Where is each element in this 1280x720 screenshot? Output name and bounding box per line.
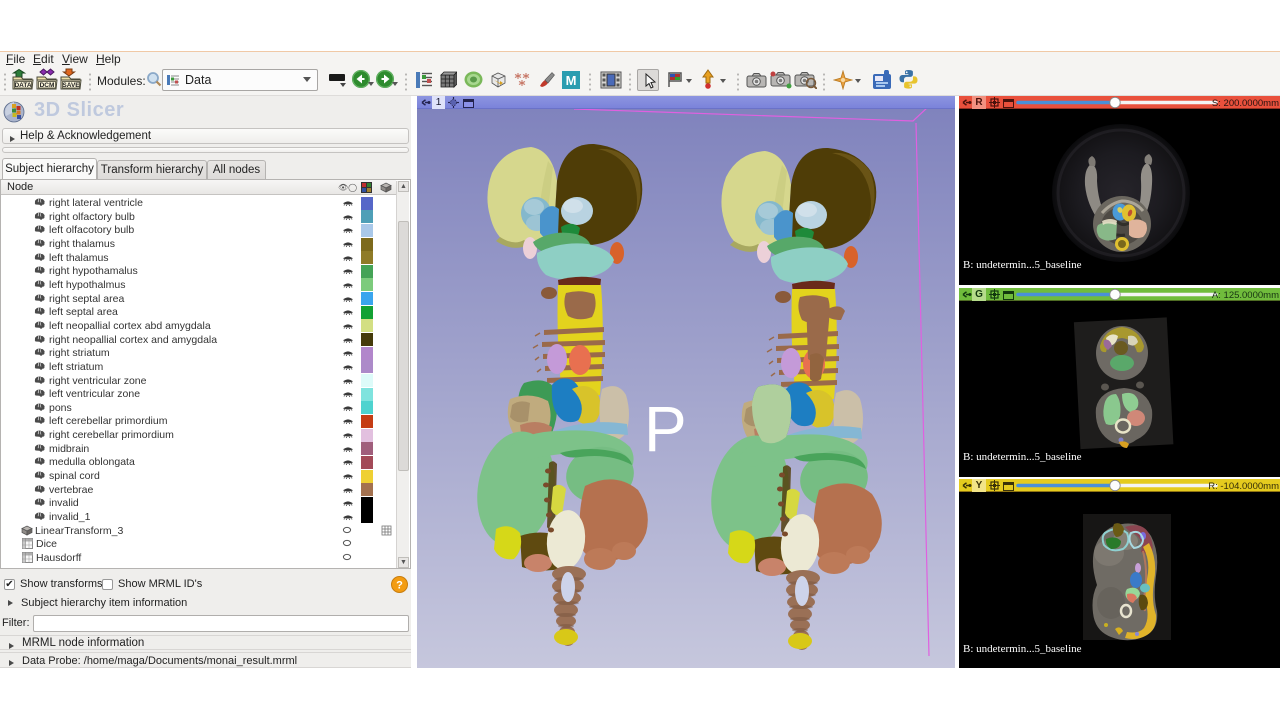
svg-text:DCM: DCM — [40, 82, 55, 89]
svg-text:P: P — [644, 393, 687, 465]
svg-text:SAVE: SAVE — [62, 82, 80, 89]
svg-text:?: ? — [396, 580, 403, 592]
svg-text:M: M — [566, 73, 577, 88]
svg-text:DATA: DATA — [14, 82, 31, 89]
